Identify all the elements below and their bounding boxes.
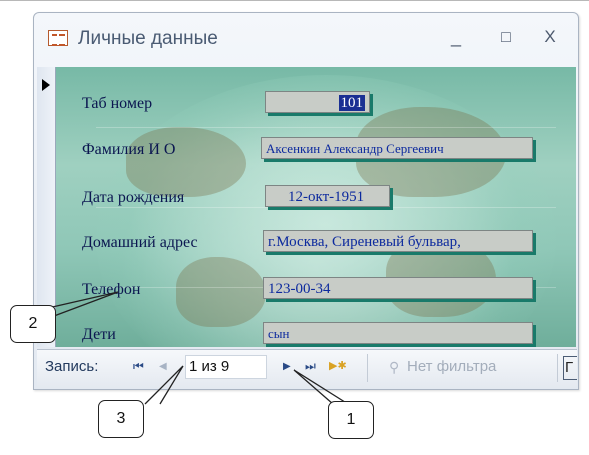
callout-1-pointer [293,369,349,405]
callout-pointers [47,291,349,405]
callout-1: 1 [328,401,374,439]
callout-3: 3 [98,400,144,438]
callout-2-pointer [47,291,119,317]
callout-3-pointer [144,365,184,405]
callout-2: 2 [10,305,56,343]
